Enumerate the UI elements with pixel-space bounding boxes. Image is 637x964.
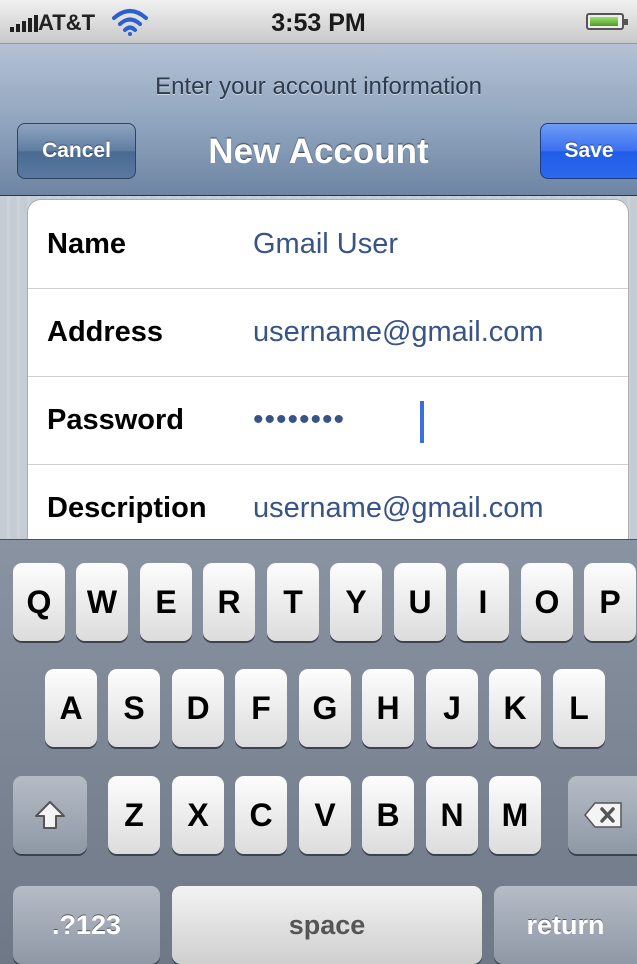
key-k[interactable]: K — [489, 669, 541, 747]
key-x[interactable]: X — [172, 776, 224, 854]
key-y[interactable]: Y — [330, 563, 382, 641]
text-cursor — [420, 401, 424, 443]
key-v[interactable]: V — [299, 776, 351, 854]
nav-prompt: Enter your account information — [155, 73, 482, 100]
password-label: Password — [47, 404, 184, 436]
backspace-icon — [583, 802, 622, 828]
address-field[interactable]: username@gmail.com — [253, 288, 544, 376]
name-label: Name — [47, 228, 126, 260]
key-b[interactable]: B — [362, 776, 414, 854]
password-row[interactable]: Password •••••••• — [28, 376, 628, 465]
space-key[interactable]: space — [172, 886, 482, 964]
navigation-bar: Enter your account information Cancel Ne… — [0, 44, 637, 196]
address-label: Address — [47, 316, 164, 348]
key-h[interactable]: H — [362, 669, 414, 747]
shift-key[interactable] — [13, 776, 87, 854]
status-bar: AT&T 3:53 PM — [0, 0, 637, 44]
key-t[interactable]: T — [267, 563, 319, 641]
backspace-key[interactable] — [568, 776, 637, 854]
key-c[interactable]: C — [235, 776, 287, 854]
key-i[interactable]: I — [457, 563, 509, 641]
cancel-button[interactable]: Cancel — [17, 123, 136, 179]
key-l[interactable]: L — [553, 669, 605, 747]
key-a[interactable]: A — [45, 669, 97, 747]
key-m[interactable]: M — [489, 776, 541, 854]
key-r[interactable]: R — [203, 563, 255, 641]
status-time: 3:53 PM — [271, 9, 366, 37]
key-u[interactable]: U — [394, 563, 446, 641]
key-s[interactable]: S — [108, 669, 160, 747]
numbers-key[interactable]: .?123 — [13, 886, 160, 964]
key-d[interactable]: D — [172, 669, 224, 747]
battery-icon — [586, 13, 628, 30]
key-g[interactable]: G — [299, 669, 351, 747]
address-row[interactable]: Address username@gmail.com — [28, 288, 628, 377]
keyboard: Q W E R T Y U I O P A S D F G H J K L Z … — [0, 539, 637, 964]
key-q[interactable]: Q — [13, 563, 65, 641]
shift-icon — [35, 801, 65, 829]
key-f[interactable]: F — [235, 669, 287, 747]
password-field[interactable]: •••••••• — [253, 376, 345, 464]
key-e[interactable]: E — [140, 563, 192, 641]
key-w[interactable]: W — [76, 563, 128, 641]
key-o[interactable]: O — [521, 563, 573, 641]
key-j[interactable]: J — [426, 669, 478, 747]
page-title: New Account — [208, 132, 429, 171]
save-button[interactable]: Save — [540, 123, 637, 179]
key-n[interactable]: N — [426, 776, 478, 854]
numbers-key-label: .?123 — [51, 909, 122, 940]
name-row[interactable]: Name Gmail User — [28, 200, 628, 289]
return-key[interactable]: return — [494, 886, 637, 964]
account-form: Name Gmail User Address username@gmail.c… — [27, 199, 629, 561]
key-z[interactable]: Z — [108, 776, 160, 854]
key-p[interactable]: P — [584, 563, 636, 641]
name-field[interactable]: Gmail User — [253, 200, 398, 288]
